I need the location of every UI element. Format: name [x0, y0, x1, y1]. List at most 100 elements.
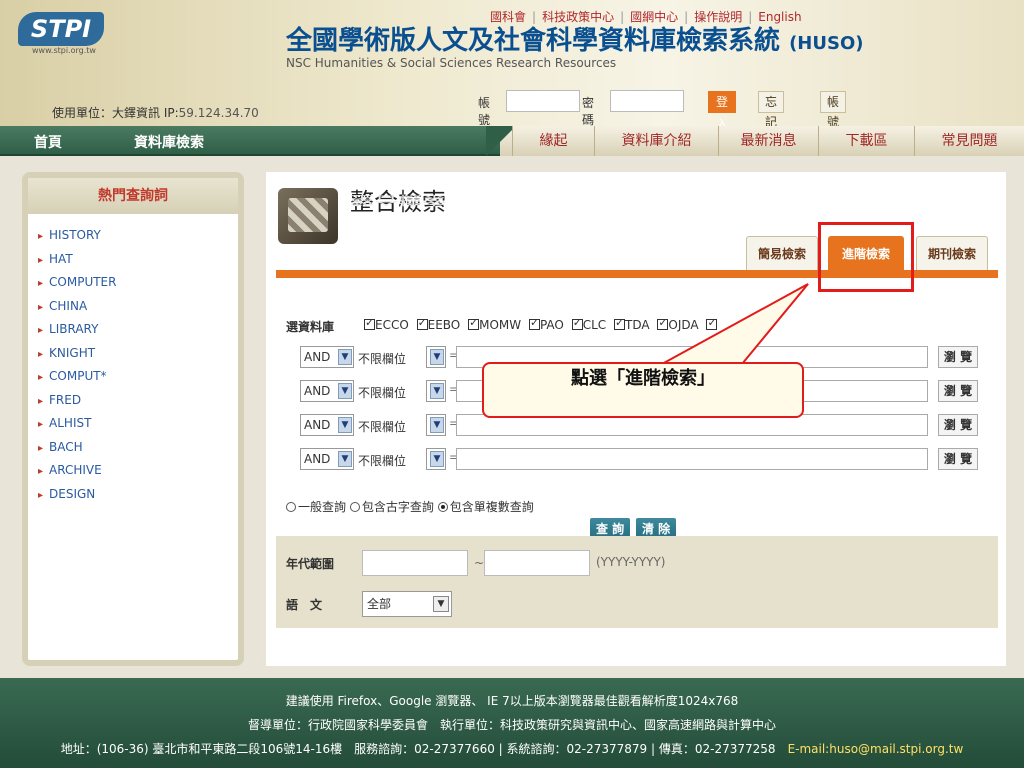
- checkbox-ojda[interactable]: [657, 316, 669, 330]
- language-select[interactable]: 全部 ▼: [362, 591, 452, 617]
- nav-download[interactable]: 下載區: [818, 126, 914, 156]
- operator-select[interactable]: AND ▼: [300, 414, 354, 436]
- radio-general[interactable]: [286, 502, 296, 512]
- field-value: 不限欄位: [358, 386, 407, 400]
- footer-browser-note: 建議使用 Firefox、Google 瀏覽器、 IE 7以上版本瀏覽器最佳觀看…: [285, 694, 739, 708]
- checkbox-ecco[interactable]: [364, 316, 375, 330]
- field-select[interactable]: ▼: [426, 346, 446, 368]
- page-title-reflection: 整合檢索: [350, 193, 446, 207]
- operator-value: AND: [304, 452, 331, 466]
- field-select[interactable]: ▼: [426, 448, 446, 470]
- language-value: 全部: [367, 597, 392, 611]
- checkbox-tda[interactable]: [613, 316, 625, 330]
- nav-faq[interactable]: 常見問題: [914, 126, 1024, 156]
- nav-news[interactable]: 最新消息: [718, 126, 818, 156]
- hot-term-item[interactable]: ARCHIVE: [38, 459, 238, 483]
- hot-term-item[interactable]: BACH: [38, 436, 238, 460]
- hot-term-item[interactable]: DESIGN: [38, 483, 238, 507]
- chevron-down-icon[interactable]: ▼: [338, 349, 352, 365]
- nav-db-intro[interactable]: 資料庫介紹: [594, 126, 718, 156]
- password-input[interactable]: [610, 90, 684, 112]
- chevron-down-icon[interactable]: ▼: [430, 417, 444, 433]
- filter-panel: 年代範圍 ~ (YYYY-YYYY) 語 文 全部 ▼: [276, 536, 998, 628]
- forgot-password-button[interactable]: 忘記密碼: [758, 91, 785, 126]
- db-eebo-label: EEBO: [427, 318, 461, 332]
- footer-email[interactable]: E-mail:huso@mail.stpi.org.tw: [788, 742, 964, 756]
- system-title-text: 全國學術版人文及社會科學資料庫檢索系統: [286, 26, 781, 56]
- operator-value: AND: [304, 418, 331, 432]
- operator-select[interactable]: AND ▼: [300, 448, 354, 470]
- login-button[interactable]: 登入: [708, 91, 737, 126]
- year-range-label: 年代範圍: [286, 557, 335, 571]
- footer-contact: 地址：(106-36) 臺北市和平東路二段106號14-16樓 服務諮詢：02-…: [0, 740, 1024, 757]
- field-value: 不限欄位: [358, 420, 407, 434]
- system-subtitle: NSC Humanities & Social Sciences Researc…: [286, 56, 617, 70]
- checkbox-pao[interactable]: [528, 316, 540, 330]
- system-title-suffix: (HUSO): [789, 33, 864, 54]
- hot-term-item[interactable]: HISTORY: [38, 224, 238, 248]
- browse-button[interactable]: 瀏 覽: [938, 414, 978, 436]
- hot-term-item[interactable]: ALHIST: [38, 412, 238, 436]
- radio-plurals[interactable]: [437, 502, 448, 512]
- field-select[interactable]: ▼: [426, 414, 446, 436]
- browse-button[interactable]: 瀏 覽: [938, 346, 978, 368]
- year-format-hint: (YYYY-YYYY): [596, 555, 666, 569]
- hot-term-item[interactable]: FRED: [38, 389, 238, 413]
- hot-term-item[interactable]: CHINA: [38, 295, 238, 319]
- field-value: 不限欄位: [358, 352, 407, 366]
- tab-journal-search[interactable]: 期刊檢索: [916, 236, 988, 270]
- operator-select[interactable]: AND ▼: [300, 346, 354, 368]
- field-select[interactable]: ▼: [426, 380, 446, 402]
- unit-info: 使用單位：大鐸資訊 IP:59.124.34.70: [52, 104, 259, 121]
- main-nav: 首頁 資料庫檢索 緣起 資料庫介紹 最新消息 下載區 常見問題: [0, 126, 1024, 156]
- tab-simple-search[interactable]: 簡易檢索: [746, 236, 818, 270]
- hot-terms-title: 熱門查詢詞: [28, 178, 238, 214]
- logo-mark: STPI: [18, 12, 104, 46]
- stpi-logo[interactable]: STPI www.stpi.org.tw: [18, 12, 104, 56]
- chevron-down-icon[interactable]: ▼: [430, 383, 444, 399]
- option-plurals: 包含單複數查詢: [449, 500, 534, 514]
- chevron-down-icon[interactable]: ▼: [430, 451, 444, 467]
- apply-account-button[interactable]: 帳號申請: [820, 91, 847, 126]
- year-from-input[interactable]: [362, 550, 468, 576]
- database-checkboxes: ECCO EEBO MOMW PAO CLC TDA OJDA: [360, 316, 718, 332]
- language-label: 語 文: [286, 598, 323, 612]
- chevron-down-icon[interactable]: ▼: [338, 383, 352, 399]
- hot-term-item[interactable]: LIBRARY: [38, 318, 238, 342]
- db-clc-label: CLC: [582, 318, 607, 332]
- hot-term-item[interactable]: COMPUT*: [38, 365, 238, 389]
- nav-origin[interactable]: 緣起: [512, 126, 594, 156]
- nav-home[interactable]: 首頁: [34, 132, 62, 152]
- instruction-callout: 點選「進階檢索」: [482, 362, 804, 418]
- checkbox-eebo[interactable]: [416, 316, 428, 330]
- radio-ancient-chars[interactable]: [349, 502, 360, 512]
- hot-term-item[interactable]: COMPUTER: [38, 271, 238, 295]
- unit-ip: 59.124.34.70: [178, 106, 259, 120]
- keyboard-icon: [278, 188, 338, 244]
- chevron-down-icon[interactable]: ▼: [338, 451, 352, 467]
- hot-term-item[interactable]: HAT: [38, 248, 238, 272]
- operator-select[interactable]: AND ▼: [300, 380, 354, 402]
- chevron-down-icon[interactable]: ▼: [433, 596, 449, 612]
- year-to-input[interactable]: [484, 550, 590, 576]
- checkbox-clc[interactable]: [571, 316, 583, 330]
- browse-button[interactable]: 瀏 覽: [938, 448, 978, 470]
- chevron-down-icon[interactable]: ▼: [430, 349, 444, 365]
- checkbox-more[interactable]: [706, 316, 718, 330]
- range-separator: ~: [474, 556, 485, 570]
- checkbox-momw[interactable]: [468, 316, 480, 330]
- header: STPI www.stpi.org.tw 使用單位：大鐸資訊 IP:59.124…: [0, 0, 1024, 126]
- criteria-row: AND ▼ 不限欄位 ▼ = 瀏 覽: [286, 448, 978, 472]
- account-label: 帳號: [478, 96, 491, 126]
- system-title: 全國學術版人文及社會科學資料庫檢索系統 (HUSO): [286, 20, 863, 57]
- account-input[interactable]: [506, 90, 580, 112]
- search-panel: 整合檢索 整合檢索 簡易檢索 進階檢索 期刊檢索 選資料庫 ECCO EEBO …: [266, 172, 1006, 666]
- field-value: 不限欄位: [358, 454, 407, 468]
- chevron-down-icon[interactable]: ▼: [338, 417, 352, 433]
- footer: 建議使用 Firefox、Google 瀏覽器、 IE 7以上版本瀏覽器最佳觀看…: [0, 678, 1024, 768]
- nav-db-search[interactable]: 資料庫檢索: [134, 132, 204, 152]
- search-term-input[interactable]: [456, 448, 928, 470]
- logo-url: www.stpi.org.tw: [32, 46, 96, 55]
- hot-term-item[interactable]: KNIGHT: [38, 342, 238, 366]
- browse-button[interactable]: 瀏 覽: [938, 380, 978, 402]
